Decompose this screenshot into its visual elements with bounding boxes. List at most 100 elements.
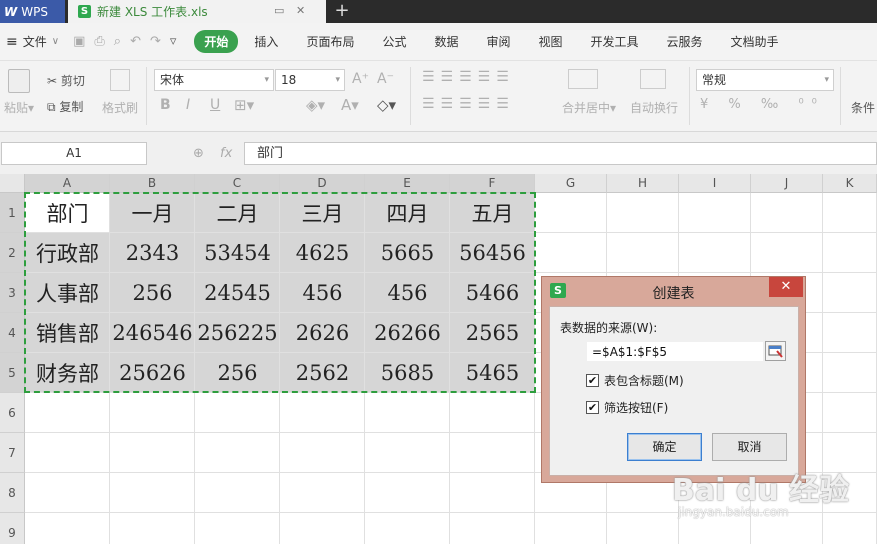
font-name-select[interactable]: 宋体 ▾ — [154, 69, 274, 91]
menu-tab[interactable]: 页面布局 — [306, 33, 354, 50]
menu-tab[interactable]: 开发工具 — [591, 33, 639, 50]
new-tab-button[interactable]: + — [333, 0, 351, 23]
column-header[interactable]: J — [751, 174, 823, 193]
range-picker-icon[interactable] — [765, 341, 786, 361]
wps-tab-label: WPS — [21, 4, 48, 19]
menu-tabs: 开始 插入 页面布局 公式 数据 审阅 视图 开发工具 云服务 文档助手 — [194, 30, 806, 53]
ribbon-divider — [146, 67, 147, 125]
menu-tab[interactable]: 文档助手 — [731, 33, 779, 50]
row-header[interactable]: 1 — [0, 193, 25, 233]
ok-button[interactable]: 确定 — [627, 433, 702, 461]
paste-icon[interactable] — [8, 69, 30, 93]
format-painter-button[interactable]: 格式刷 — [102, 99, 138, 116]
horizontal-align-icons[interactable]: ☰☰☰☰☰ — [422, 96, 515, 112]
ribbon-divider — [689, 67, 690, 125]
underline-icon[interactable]: U — [210, 97, 220, 113]
tab-close-icon[interactable]: ✕ — [296, 4, 305, 17]
column-header[interactable]: H — [607, 174, 679, 193]
has-header-checkbox[interactable]: ✔ 表包含标题(M) — [586, 372, 684, 389]
column-header[interactable]: I — [679, 174, 751, 193]
row-header[interactable]: 5 — [0, 353, 25, 393]
cut-button[interactable]: ✂ 剪切 — [47, 72, 85, 89]
wrap-text-button[interactable]: 自动换行 — [630, 99, 678, 116]
zoom-icon[interactable]: ⊕ — [193, 146, 204, 161]
formula-input[interactable]: 部门 — [244, 142, 877, 165]
row-header[interactable]: 2 — [0, 233, 25, 273]
copy-icon: ⧉ — [47, 100, 60, 114]
row-header[interactable]: 3 — [0, 273, 25, 313]
row-header[interactable]: 4 — [0, 313, 25, 353]
column-header[interactable]: D — [280, 174, 365, 193]
source-range-input[interactable]: =$A$1:$F$5 — [586, 341, 764, 362]
menu-tab[interactable]: 开始 — [194, 30, 239, 53]
document-tab[interactable]: S 新建 XLS 工作表.xls ▭ ✕ — [68, 0, 326, 23]
redo-icon[interactable]: ↷ — [150, 34, 161, 49]
wps-home-tab[interactable]: W WPS — [0, 0, 65, 23]
close-icon[interactable]: ✕ — [769, 277, 803, 297]
column-header[interactable]: F — [450, 174, 535, 193]
decrease-font-icon[interactable]: A⁻ — [377, 71, 394, 87]
fx-icon[interactable]: fx — [220, 146, 232, 161]
number-format-select[interactable]: 常规 ▾ — [696, 69, 834, 91]
copy-button[interactable]: ⧉ 复制 — [47, 98, 83, 115]
column-header[interactable]: A — [25, 174, 110, 193]
row-header[interactable]: 8 — [0, 473, 25, 513]
paste-label: 粘贴 — [4, 101, 29, 115]
merge-center-button[interactable]: 合并居中▾ — [562, 99, 616, 116]
bold-icon[interactable]: B — [160, 97, 171, 113]
file-menu-label: 文件 — [22, 35, 47, 49]
column-header[interactable]: E — [365, 174, 450, 193]
filter-button-checkbox[interactable]: ✔ 筛选按钮(F) — [586, 399, 668, 416]
menu-tab[interactable]: 云服务 — [667, 33, 703, 50]
font-size-value: 18 — [281, 73, 297, 87]
font-color-icon[interactable]: A▾ — [341, 96, 359, 114]
select-all-corner[interactable] — [0, 174, 25, 193]
vertical-align-icons[interactable]: ☰☰☰☰☰ — [422, 69, 515, 85]
menu-tab[interactable]: 插入 — [254, 33, 278, 50]
format-painter-icon — [110, 69, 130, 91]
row-header[interactable]: 6 — [0, 393, 25, 433]
conditional-format-button[interactable]: 条件 — [851, 99, 875, 116]
column-header[interactable]: G — [535, 174, 607, 193]
column-header[interactable]: K — [823, 174, 877, 193]
font-size-select[interactable]: 18 ▾ — [275, 69, 345, 91]
spreadsheet-icon: S — [78, 5, 91, 18]
wrap-text-icon — [640, 69, 666, 89]
border-icon[interactable]: ⊞▾ — [234, 96, 254, 114]
number-format-value: 常规 — [702, 73, 727, 87]
checkbox-icon: ✔ — [586, 374, 599, 387]
cancel-button[interactable]: 取消 — [712, 433, 787, 461]
menu-tab[interactable]: 公式 — [382, 33, 406, 50]
clear-format-icon[interactable]: ◇▾ — [377, 96, 396, 114]
chevron-down-icon: ∨ — [51, 36, 60, 47]
customize-icon[interactable]: ▿ — [170, 34, 177, 49]
column-header[interactable]: C — [195, 174, 280, 193]
increase-font-icon[interactable]: A⁺ — [352, 71, 369, 87]
column-header[interactable]: B — [110, 174, 195, 193]
row-header[interactable]: 9 — [0, 513, 25, 544]
dialog-title: 创建表 — [652, 286, 695, 302]
pin-icon[interactable]: ▭ — [274, 4, 284, 17]
save-icon[interactable]: ▣ — [73, 34, 85, 49]
undo-icon[interactable]: ↶ — [130, 34, 141, 49]
chevron-down-icon: ▾ — [824, 75, 829, 85]
italic-icon[interactable]: I — [186, 97, 190, 113]
fill-color-icon[interactable]: ◈▾ — [306, 96, 325, 114]
dialog-body: 表数据的来源(W): =$A$1:$F$5 ✔ 表包含标题(M) ✔ 筛选按钮(… — [549, 306, 799, 476]
menu-tab[interactable]: 数据 — [434, 33, 458, 50]
document-tab-label: 新建 XLS 工作表.xls — [97, 5, 208, 19]
number-format-icons[interactable]: ¥ % ‰ ⁰⁰ — [700, 97, 825, 112]
paste-button[interactable]: 粘贴▾ — [4, 99, 34, 116]
print-preview-icon[interactable]: ⌕ — [114, 34, 121, 49]
print-icon[interactable]: ⎙ — [94, 34, 104, 49]
menu-tab[interactable]: 审阅 — [486, 33, 510, 50]
name-box[interactable]: A1 — [1, 142, 147, 165]
file-menu[interactable]: ≡ 文件 ∨ — [6, 33, 59, 50]
ribbon-divider — [840, 67, 841, 125]
source-label: 表数据的来源(W): — [560, 321, 658, 335]
menu-tab[interactable]: 视图 — [539, 33, 563, 50]
dialog-titlebar[interactable]: S 创建表 ✕ — [542, 277, 805, 304]
copy-label: 复制 — [59, 100, 84, 114]
filter-label: 筛选按钮(F) — [604, 401, 669, 415]
row-header[interactable]: 7 — [0, 433, 25, 473]
